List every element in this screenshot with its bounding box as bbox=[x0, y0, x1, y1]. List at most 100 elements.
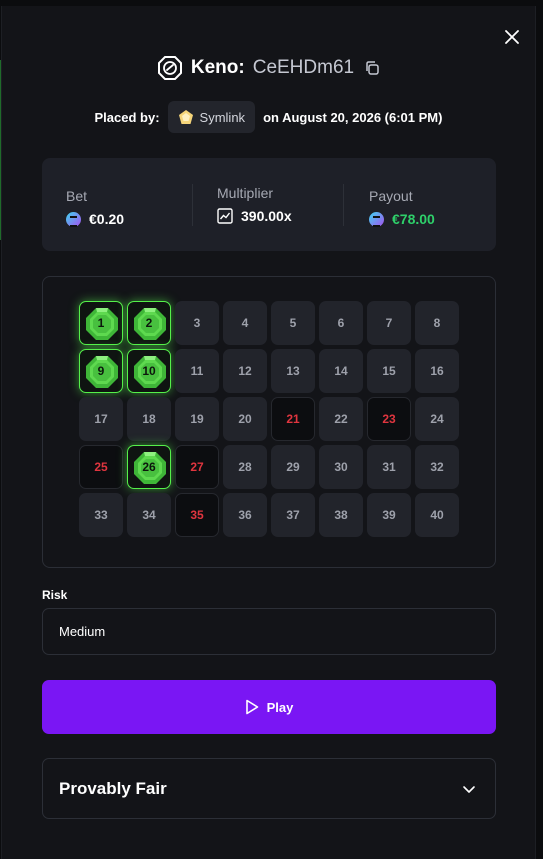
keno-tile[interactable]: 25 bbox=[79, 445, 123, 489]
modal-title: Keno: CeEHDm61 bbox=[2, 50, 535, 86]
keno-tile[interactable]: 7 bbox=[367, 301, 411, 345]
tile-number: 30 bbox=[334, 460, 348, 474]
keno-tile[interactable]: 17 bbox=[79, 397, 123, 441]
keno-tile[interactable]: 26 bbox=[127, 445, 171, 489]
keno-tile[interactable]: 5 bbox=[271, 301, 315, 345]
tile-number: 20 bbox=[238, 412, 252, 426]
keno-tile[interactable]: 14 bbox=[319, 349, 363, 393]
multiplier-value-row: 390.00x bbox=[217, 208, 292, 224]
tile-number: 22 bbox=[334, 412, 348, 426]
placed-by-label: Placed by: bbox=[94, 109, 160, 125]
keno-tile[interactable]: 20 bbox=[223, 397, 267, 441]
keno-tile[interactable]: 30 bbox=[319, 445, 363, 489]
tile-number: 11 bbox=[190, 364, 204, 378]
tile-number: 21 bbox=[286, 412, 300, 426]
keno-tile[interactable]: 28 bbox=[223, 445, 267, 489]
keno-tile[interactable]: 10 bbox=[127, 349, 171, 393]
keno-tile[interactable]: 33 bbox=[79, 493, 123, 537]
keno-tile[interactable]: 8 bbox=[415, 301, 459, 345]
risk-value: Medium bbox=[59, 624, 106, 639]
game-title: Keno: bbox=[190, 57, 245, 78]
tile-number: 13 bbox=[286, 364, 300, 378]
tile-number: 14 bbox=[334, 364, 348, 378]
keno-tile[interactable]: 37 bbox=[271, 493, 315, 537]
keno-tile[interactable]: 35 bbox=[175, 493, 219, 537]
keno-tile[interactable]: 39 bbox=[367, 493, 411, 537]
tile-number: 7 bbox=[385, 316, 393, 330]
username: Symlink bbox=[199, 109, 246, 125]
bet-details-modal: Keno: CeEHDm61 Placed by: Symlink on Aug… bbox=[1, 6, 536, 859]
risk-select[interactable]: Medium bbox=[42, 608, 496, 655]
keno-tile[interactable]: 11 bbox=[175, 349, 219, 393]
tile-number: 4 bbox=[241, 316, 249, 330]
placed-date: on August 20, 2026 (6:01 PM) bbox=[263, 109, 443, 125]
keno-tile[interactable]: 16 bbox=[415, 349, 459, 393]
keno-tile[interactable]: 1 bbox=[79, 301, 123, 345]
keno-tile[interactable]: 24 bbox=[415, 397, 459, 441]
keno-tile[interactable]: 9 bbox=[79, 349, 123, 393]
keno-tile[interactable]: 3 bbox=[175, 301, 219, 345]
multiplier-label: Multiplier bbox=[217, 185, 274, 201]
payout-label: Payout bbox=[369, 188, 413, 204]
bet-id[interactable]: CeEHDm61 bbox=[253, 57, 354, 79]
tile-number: 10 bbox=[142, 364, 156, 378]
tile-number: 39 bbox=[382, 508, 396, 522]
currency-icon bbox=[369, 211, 384, 227]
tile-number: 19 bbox=[190, 412, 204, 426]
tile-number: 35 bbox=[190, 508, 204, 522]
tile-number: 2 bbox=[145, 316, 153, 330]
tile-number: 18 bbox=[142, 412, 156, 426]
risk-label: Risk bbox=[42, 588, 68, 602]
keno-tile[interactable]: 2 bbox=[127, 301, 171, 345]
keno-board: 1 2 3 4 5 6 7 8 9 10 11 12 13 14 15 16 17 18 19 20 21 22 23 24 2… bbox=[42, 276, 496, 568]
keno-tile[interactable]: 13 bbox=[271, 349, 315, 393]
keno-tile[interactable]: 6 bbox=[319, 301, 363, 345]
keno-tile[interactable]: 15 bbox=[367, 349, 411, 393]
tile-number: 12 bbox=[238, 364, 252, 378]
keno-tile[interactable]: 34 bbox=[127, 493, 171, 537]
keno-tile[interactable]: 29 bbox=[271, 445, 315, 489]
tile-number: 31 bbox=[382, 460, 396, 474]
user-chip[interactable]: Symlink bbox=[167, 101, 256, 133]
keno-tile[interactable]: 23 bbox=[367, 397, 411, 441]
play-label: Play bbox=[266, 699, 294, 715]
keno-tile[interactable]: 40 bbox=[415, 493, 459, 537]
provably-fair-accordion[interactable]: Provably Fair bbox=[42, 758, 496, 819]
keno-tile[interactable]: 32 bbox=[415, 445, 459, 489]
keno-tile[interactable]: 12 bbox=[223, 349, 267, 393]
keno-tile[interactable]: 38 bbox=[319, 493, 363, 537]
placed-by-row: Placed by: Symlink on August 20, 2026 (6… bbox=[2, 101, 535, 133]
play-icon bbox=[245, 699, 258, 715]
keno-tile[interactable]: 19 bbox=[175, 397, 219, 441]
keno-tile[interactable]: 18 bbox=[127, 397, 171, 441]
tile-number: 29 bbox=[286, 460, 300, 474]
chevron-down-icon bbox=[463, 785, 475, 793]
keno-tile[interactable]: 31 bbox=[367, 445, 411, 489]
provably-fair-title: Provably Fair bbox=[59, 778, 167, 798]
stats-panel: Bet €0.20 Multiplier 390.00x Payout €78.… bbox=[42, 158, 496, 251]
close-icon[interactable] bbox=[503, 28, 521, 46]
keno-tile[interactable]: 22 bbox=[319, 397, 363, 441]
multiplier-value: 390.00x bbox=[241, 208, 292, 224]
tile-number: 15 bbox=[382, 364, 396, 378]
keno-tile[interactable]: 27 bbox=[175, 445, 219, 489]
tile-number: 1 bbox=[97, 316, 105, 330]
stats-divider bbox=[343, 184, 344, 226]
tile-number: 24 bbox=[430, 412, 444, 426]
tile-number: 37 bbox=[286, 508, 300, 522]
bet-value: €0.20 bbox=[89, 211, 125, 227]
keno-tile[interactable]: 4 bbox=[223, 301, 267, 345]
keno-tile[interactable]: 36 bbox=[223, 493, 267, 537]
keno-tile[interactable]: 21 bbox=[271, 397, 315, 441]
tile-number: 8 bbox=[433, 316, 441, 330]
tile-number: 17 bbox=[94, 412, 108, 426]
tile-number: 40 bbox=[430, 508, 444, 522]
copy-icon[interactable] bbox=[364, 60, 380, 76]
tile-number: 36 bbox=[238, 508, 252, 522]
keno-icon bbox=[157, 56, 182, 80]
tile-number: 32 bbox=[430, 460, 444, 474]
stats-divider bbox=[192, 184, 193, 226]
tile-number: 3 bbox=[193, 316, 201, 330]
tile-number: 9 bbox=[97, 364, 105, 378]
play-button[interactable]: Play bbox=[42, 680, 496, 734]
